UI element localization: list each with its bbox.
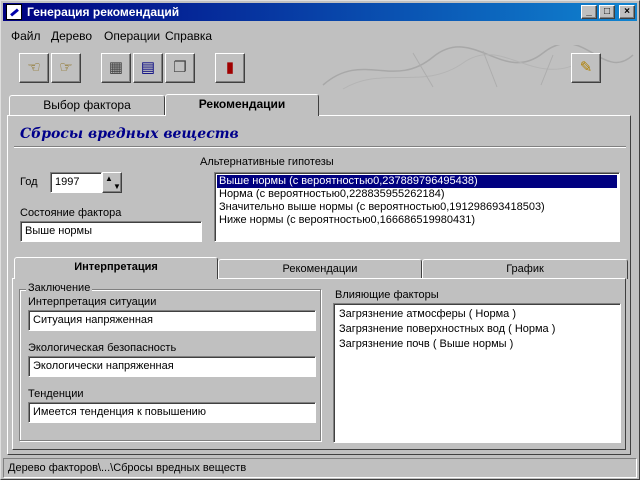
- header-divider: [14, 146, 626, 148]
- menu-tree[interactable]: Дерево: [51, 29, 92, 43]
- window-title: Генерация рекомендаций: [27, 5, 180, 19]
- main-window: Генерация рекомендаций _ □ × Файл Дерево…: [0, 0, 640, 480]
- trends-field[interactable]: Имеется тенденция к повышению: [28, 402, 316, 423]
- tab-factor-select[interactable]: Выбор фактора: [9, 95, 165, 115]
- status-bar: Дерево факторов\...\Сбросы вредных вещес…: [3, 458, 637, 478]
- hypotheses-label: Альтернативные гипотезы: [200, 156, 334, 168]
- back-button[interactable]: ☜: [19, 53, 49, 83]
- year-input[interactable]: 1997: [50, 172, 102, 193]
- list-item[interactable]: Норма (с вероятностью0,228835955262184): [217, 188, 617, 201]
- tab-recommendations[interactable]: Рекомендации: [165, 94, 319, 116]
- report-button[interactable]: ❐: [165, 53, 195, 83]
- situation-field[interactable]: Ситуация напряженная: [28, 310, 316, 331]
- list-item[interactable]: Загрязнение почв ( Выше нормы ): [337, 337, 617, 352]
- hypotheses-list[interactable]: Выше нормы (с вероятностью0,237889796495…: [214, 172, 620, 242]
- tab-inner-recommendations[interactable]: Рекомендации: [218, 259, 422, 279]
- menu-help[interactable]: Справка: [165, 29, 212, 43]
- documents-icon: ❐: [173, 59, 187, 76]
- situation-label: Интерпретация ситуации: [28, 296, 157, 308]
- influencing-factors-list[interactable]: Загрязнение атмосферы ( Норма ) Загрязне…: [333, 303, 621, 443]
- factor-state-field[interactable]: Выше нормы: [20, 221, 202, 242]
- table-icon: ▤: [140, 59, 156, 76]
- door-exit-icon: ▮: [225, 59, 235, 76]
- close-button[interactable]: ×: [619, 5, 635, 19]
- conclusion-legend: Заключение: [26, 282, 93, 294]
- hand-right-icon: ☞: [59, 59, 73, 76]
- factor-state-label: Состояние фактора: [20, 207, 122, 219]
- menu-operations[interactable]: Операции: [104, 29, 160, 43]
- list-item[interactable]: Значительно выше нормы (с вероятностью0,…: [217, 201, 617, 214]
- page-title: Сбросы вредных веществ: [20, 126, 239, 142]
- conclusion-group: Заключение Интерпретация ситуации Ситуац…: [19, 282, 321, 441]
- spin-down-icon[interactable]: ▼: [113, 183, 121, 191]
- spin-up-icon[interactable]: ▲: [105, 175, 113, 183]
- tab-chart[interactable]: График: [422, 259, 628, 279]
- hand-left-icon: ☜: [27, 59, 41, 76]
- minimize-button[interactable]: _: [581, 5, 597, 19]
- interpretation-panel: Заключение Интерпретация ситуации Ситуац…: [12, 278, 626, 450]
- ecology-label: Экологическая безопасность: [28, 342, 177, 354]
- trends-label: Тенденции: [28, 388, 84, 400]
- influencing-factors-label: Влияющие факторы: [335, 289, 439, 301]
- exit-button[interactable]: ▮: [215, 53, 245, 83]
- list-item[interactable]: Загрязнение атмосферы ( Норма ): [337, 307, 617, 322]
- maximize-button[interactable]: □: [599, 5, 615, 19]
- recommendations-panel: Сбросы вредных веществ Год 1997 ▲ ▼ Сост…: [7, 115, 631, 455]
- list-item[interactable]: Загрязнение поверхностных вод ( Норма ): [337, 322, 617, 337]
- table-button[interactable]: ▤: [133, 53, 163, 83]
- forward-button[interactable]: ☞: [51, 53, 81, 83]
- menu-bar: Файл Дерево Операции Справка: [3, 25, 637, 45]
- help-book-icon: ✎: [579, 59, 593, 76]
- help-button[interactable]: ✎: [571, 53, 601, 83]
- ecology-field[interactable]: Экологически напряженная: [28, 356, 316, 377]
- calculator-button[interactable]: ▦: [101, 53, 131, 83]
- list-item[interactable]: Ниже нормы (с вероятностью0,166686519980…: [217, 214, 617, 227]
- year-label: Год: [20, 176, 38, 188]
- list-item[interactable]: Выше нормы (с вероятностью0,237889796495…: [217, 175, 617, 188]
- menu-file[interactable]: Файл: [11, 29, 41, 43]
- title-bar[interactable]: Генерация рекомендаций _ □ ×: [3, 3, 637, 21]
- calculator-icon: ▦: [108, 59, 124, 76]
- app-icon[interactable]: [6, 4, 22, 20]
- toolbar: ☜ ☞ ▦ ▤ ❐ ▮ ✎: [3, 45, 637, 93]
- year-spinner[interactable]: ▲ ▼: [102, 172, 122, 193]
- tab-interpretation[interactable]: Интерпретация: [14, 257, 218, 279]
